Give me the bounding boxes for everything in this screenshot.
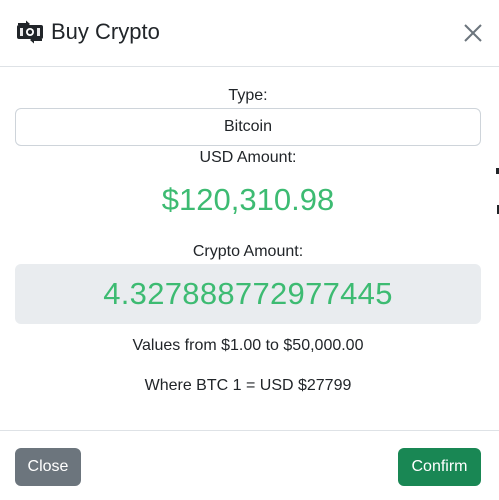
type-label: Type: [228, 87, 268, 104]
crypto-amount-label: Crypto Amount: [192, 243, 304, 260]
buy-crypto-modal: Buy Crypto Type: Bitcoin USD Amount: $12… [0, 0, 499, 500]
crypto-type-select[interactable]: Bitcoin [15, 108, 481, 146]
modal-title: Buy Crypto [51, 19, 160, 44]
crypto-amount-field: 4.327888772977445 [15, 264, 481, 324]
exchange-rate-note: Where BTC 1 = USD $27799 [144, 377, 352, 394]
money-exchange-icon [15, 20, 45, 44]
usd-amount-value: $120,310.98 [161, 182, 335, 217]
range-note: Values from $1.00 to $50,000.00 [132, 337, 364, 354]
confirm-button[interactable]: Confirm [398, 448, 481, 486]
modal-header: Buy Crypto [0, 0, 499, 67]
usd-amount-label: USD Amount: [199, 149, 297, 166]
modal-footer: Close Confirm [0, 430, 499, 500]
close-icon[interactable] [460, 20, 486, 46]
modal-body: Type: Bitcoin USD Amount: $120,310.98 Cr… [0, 67, 499, 430]
close-button[interactable]: Close [15, 448, 81, 486]
